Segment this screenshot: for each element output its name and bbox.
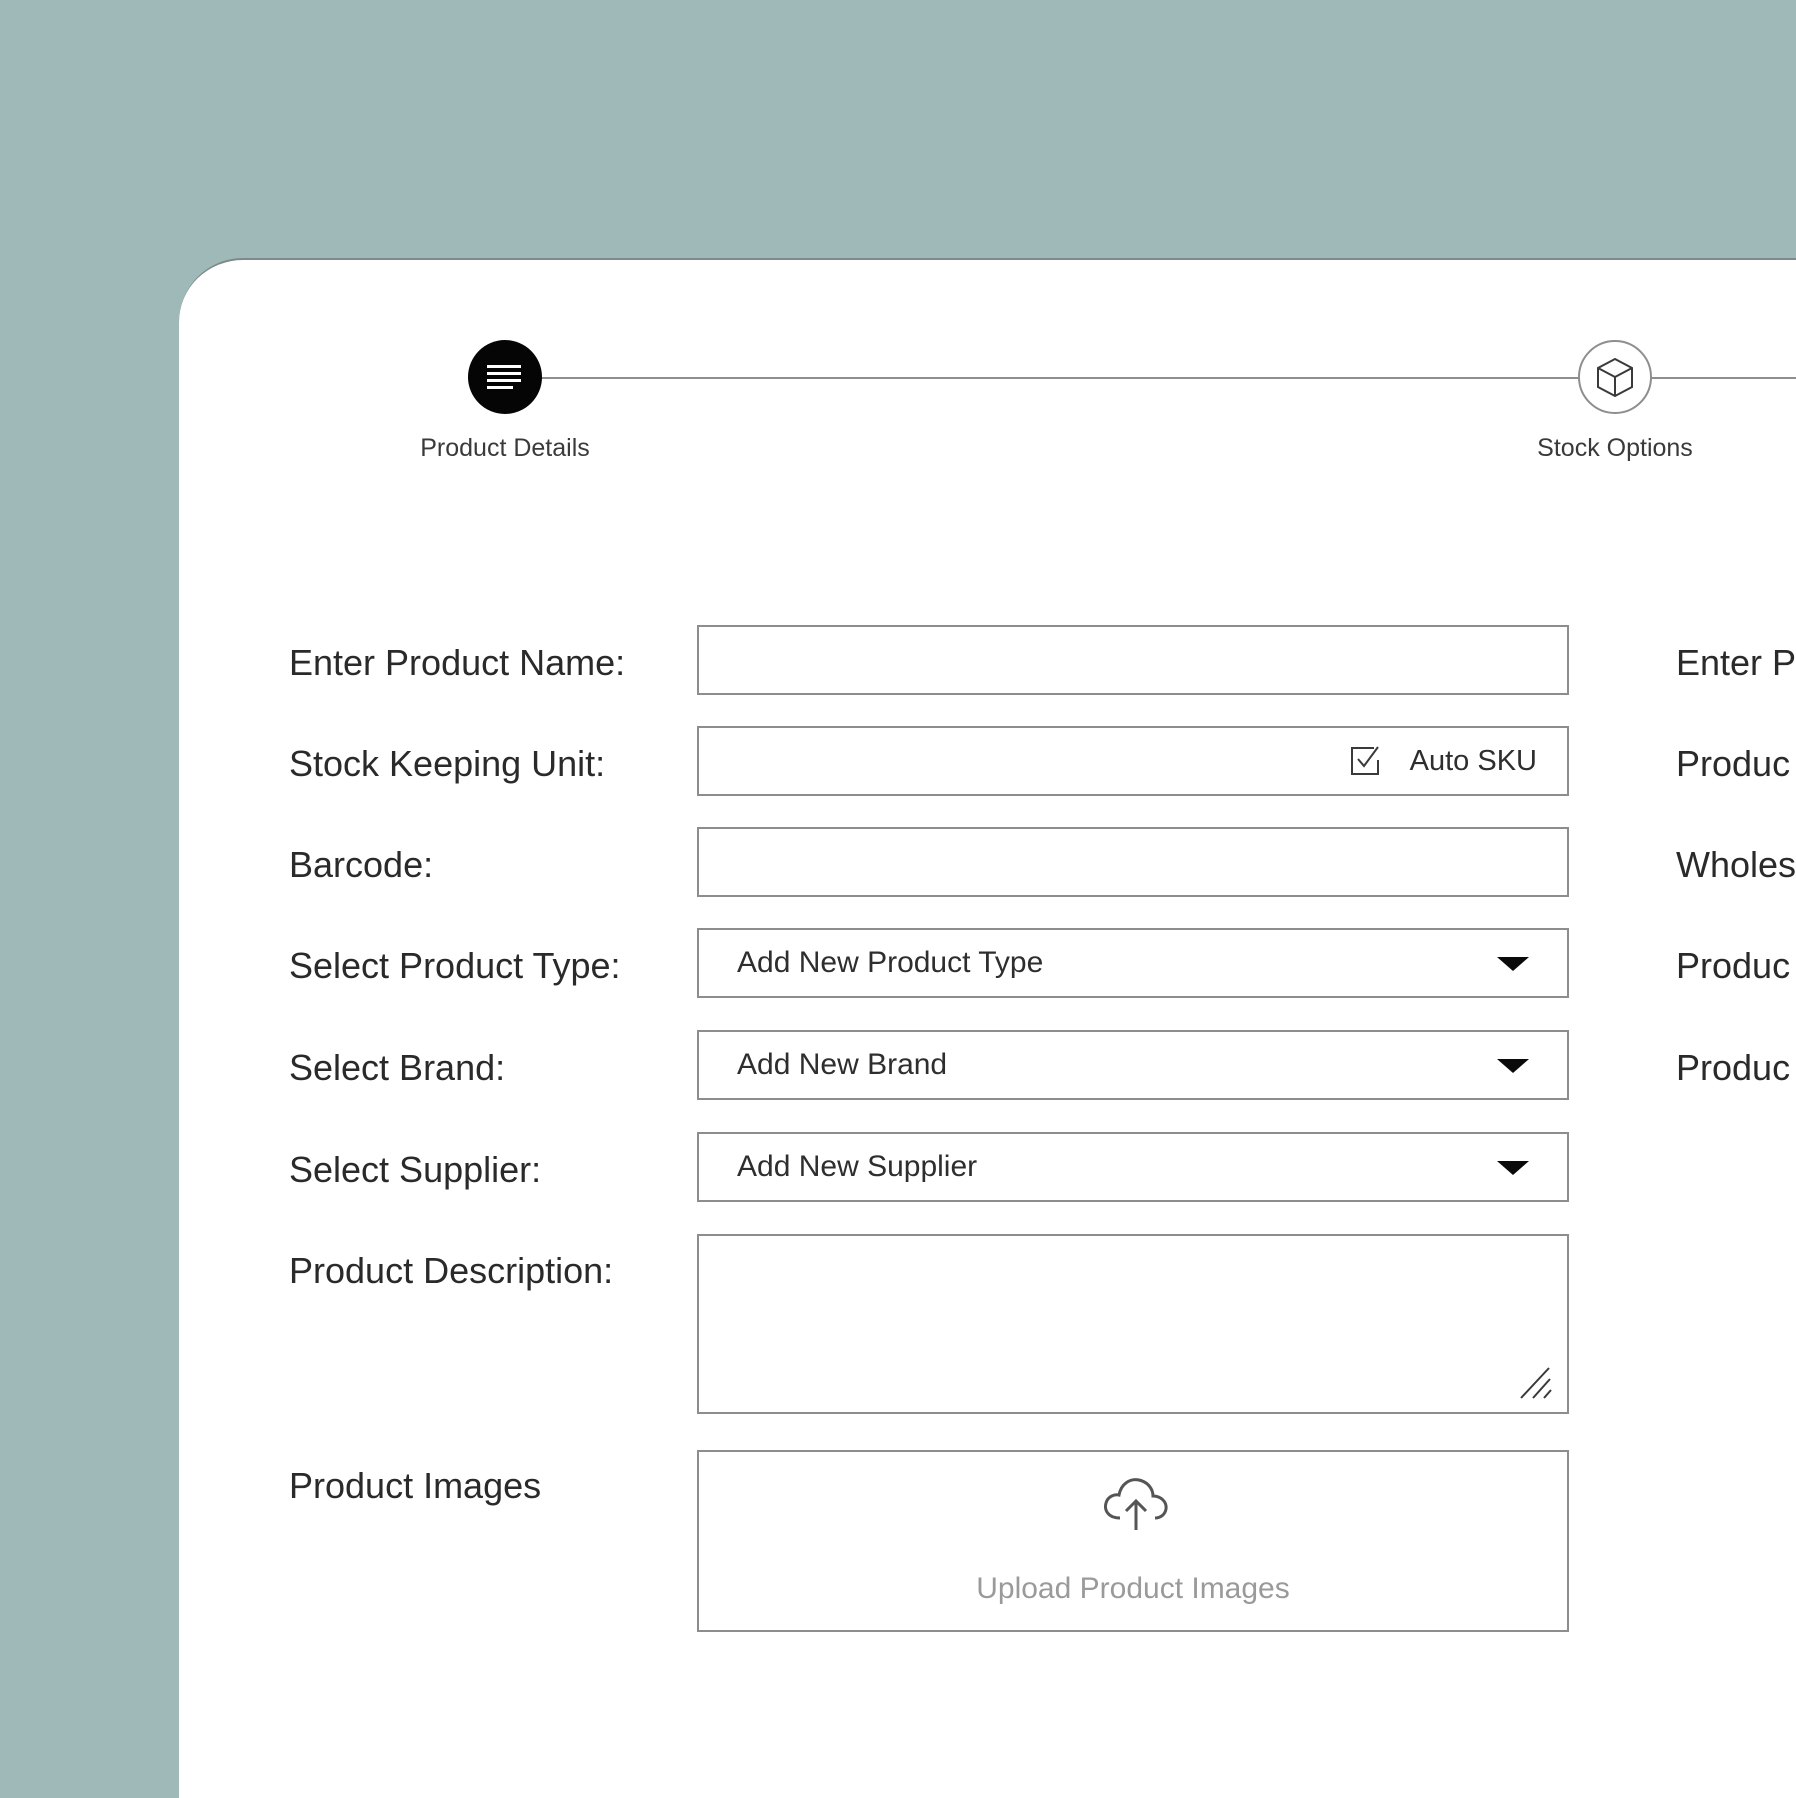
product-type-selected-value: Add New Product Type <box>737 946 1044 979</box>
product-type-select[interactable]: Add New Product Type <box>697 928 1569 998</box>
description-label: Product Description: <box>289 1250 614 1291</box>
upload-images-text: Upload Product Images <box>976 1572 1290 1605</box>
images-label: Product Images <box>289 1465 542 1506</box>
product-type-label: Select Product Type: <box>289 945 621 986</box>
step-stock-options[interactable]: Stock Options <box>1515 340 1715 463</box>
supplier-selected-value: Add New Supplier <box>737 1150 978 1183</box>
supplier-select[interactable]: Add New Supplier <box>697 1132 1569 1202</box>
description-textarea[interactable] <box>697 1234 1569 1414</box>
auto-sku-toggle[interactable]: Auto SKU <box>1348 728 1537 794</box>
sku-input[interactable] <box>699 728 1259 794</box>
step-label-stock-options: Stock Options <box>1537 434 1693 462</box>
right-label-3: Wholes <box>1676 844 1796 885</box>
details-lines-icon <box>487 365 521 389</box>
resize-handle-icon[interactable] <box>1517 1364 1553 1400</box>
step-circle-active <box>468 340 542 414</box>
step-circle-inactive <box>1578 340 1652 414</box>
box-icon <box>1597 357 1633 398</box>
upload-images-dropzone[interactable]: Upload Product Images <box>697 1450 1569 1632</box>
right-label-2: Produc <box>1676 743 1791 784</box>
brand-selected-value: Add New Brand <box>737 1048 948 1081</box>
right-label-4: Produc <box>1676 945 1791 986</box>
brand-select[interactable]: Add New Brand <box>697 1030 1569 1100</box>
right-label-1: Enter P <box>1676 642 1796 683</box>
sku-field-wrapper: Auto SKU <box>697 726 1569 796</box>
sku-label: Stock Keeping Unit: <box>289 743 606 784</box>
auto-sku-label: Auto SKU <box>1409 744 1537 777</box>
brand-label: Select Brand: <box>289 1047 506 1088</box>
barcode-input[interactable] <box>699 829 1567 895</box>
chevron-down-icon[interactable] <box>1497 957 1529 971</box>
step-product-details[interactable]: Product Details <box>405 340 605 463</box>
barcode-label: Barcode: <box>289 844 434 885</box>
chevron-down-icon[interactable] <box>1497 1059 1529 1073</box>
supplier-label: Select Supplier: <box>289 1149 542 1190</box>
product-name-field-wrapper <box>697 625 1569 695</box>
barcode-field-wrapper <box>697 827 1569 897</box>
chevron-down-icon[interactable] <box>1497 1161 1529 1175</box>
product-form-card: Product Details Stock Options Enter Prod… <box>179 258 1796 1798</box>
step-label-product-details: Product Details <box>420 434 590 462</box>
checkbox-checked-icon[interactable] <box>1348 744 1382 778</box>
product-name-label: Enter Product Name: <box>289 642 626 683</box>
cloud-upload-icon[interactable] <box>1100 1474 1172 1534</box>
product-name-input[interactable] <box>699 627 1567 693</box>
right-label-5: Produc <box>1676 1047 1791 1088</box>
